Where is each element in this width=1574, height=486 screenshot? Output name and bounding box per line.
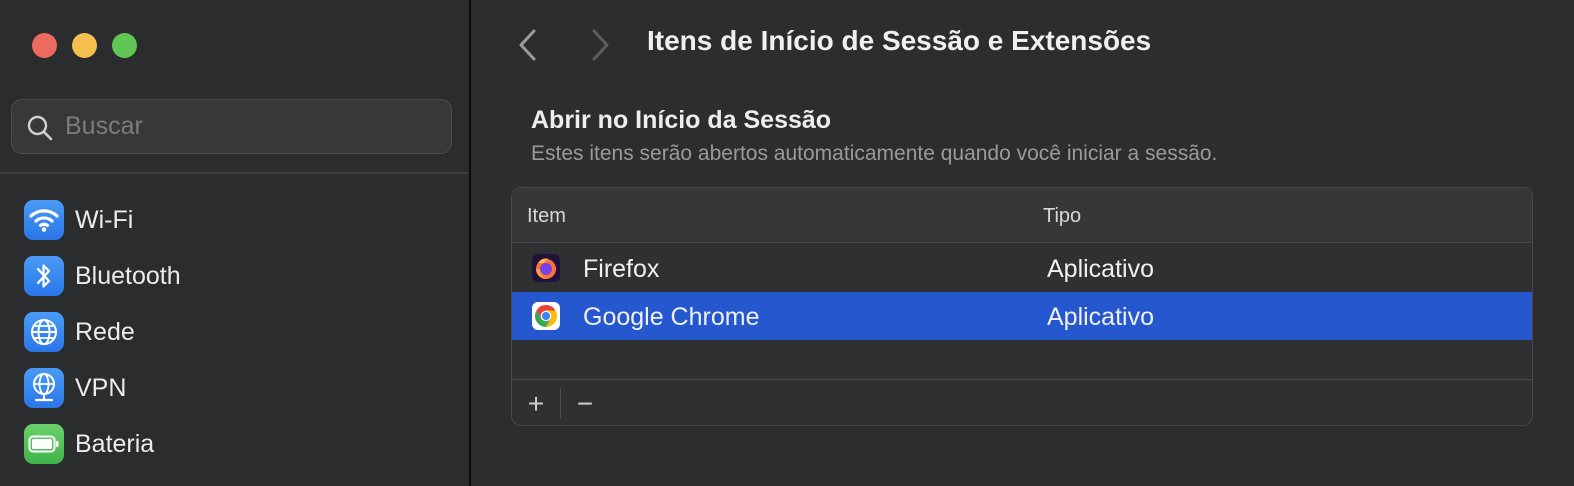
sidebar-item-label: Wi-Fi — [75, 205, 134, 234]
table-row[interactable]: Google Chrome Aplicativo — [512, 292, 1532, 340]
close-window-button[interactable] — [32, 33, 57, 58]
row-item-type: Aplicativo — [1047, 255, 1154, 283]
sidebar-divider — [0, 172, 469, 174]
login-items-table: Item Tipo Firefox Aplicativo Google Chro… — [511, 187, 1533, 426]
chevron-right-icon[interactable] — [586, 28, 614, 62]
zoom-window-button[interactable] — [112, 33, 137, 58]
table-footer: + − — [512, 379, 1532, 425]
section-title: Abrir no Início da Sessão — [531, 106, 832, 134]
chevron-left-icon[interactable] — [514, 28, 542, 62]
sidebar-item-vpn[interactable]: VPN — [24, 367, 126, 409]
sidebar-item-rede[interactable]: Rede — [24, 311, 135, 353]
minimize-window-button[interactable] — [72, 33, 97, 58]
table-header: Item Tipo — [512, 188, 1532, 243]
sidebar-item-label: Rede — [75, 317, 135, 346]
battery-icon — [24, 424, 64, 464]
sidebar-item-label: Bluetooth — [75, 261, 181, 290]
sidebar-item-bateria[interactable]: Bateria — [24, 423, 154, 465]
vpn-globe-icon — [24, 368, 64, 408]
chrome-icon — [532, 302, 560, 330]
remove-item-button[interactable]: − — [569, 388, 601, 420]
search-icon — [27, 115, 53, 141]
search-field[interactable] — [11, 99, 452, 154]
column-header-item[interactable]: Item — [527, 205, 566, 228]
row-item-name: Google Chrome — [583, 303, 760, 331]
column-header-tipo[interactable]: Tipo — [1043, 205, 1081, 228]
section-subtitle: Estes itens serão abertos automaticament… — [531, 142, 1218, 165]
sidebar-item-wifi[interactable]: Wi-Fi — [24, 199, 133, 241]
add-item-button[interactable]: + — [520, 388, 552, 420]
row-item-name: Firefox — [583, 255, 660, 283]
row-item-type: Aplicativo — [1047, 303, 1154, 331]
sidebar-item-bluetooth[interactable]: Bluetooth — [24, 255, 181, 297]
search-input[interactable] — [65, 100, 435, 153]
footer-divider — [560, 388, 561, 418]
page-title: Itens de Início de Sessão e Extensões — [647, 25, 1152, 56]
sidebar-item-label: VPN — [75, 373, 127, 402]
sidebar: Wi-Fi Bluetooth Rede — [0, 0, 469, 486]
sidebar-item-label: Bateria — [75, 429, 155, 458]
bluetooth-icon — [24, 256, 64, 296]
globe-icon — [24, 312, 64, 352]
wifi-icon — [24, 200, 64, 240]
firefox-icon — [532, 254, 560, 282]
table-row[interactable]: Firefox Aplicativo — [512, 244, 1532, 292]
